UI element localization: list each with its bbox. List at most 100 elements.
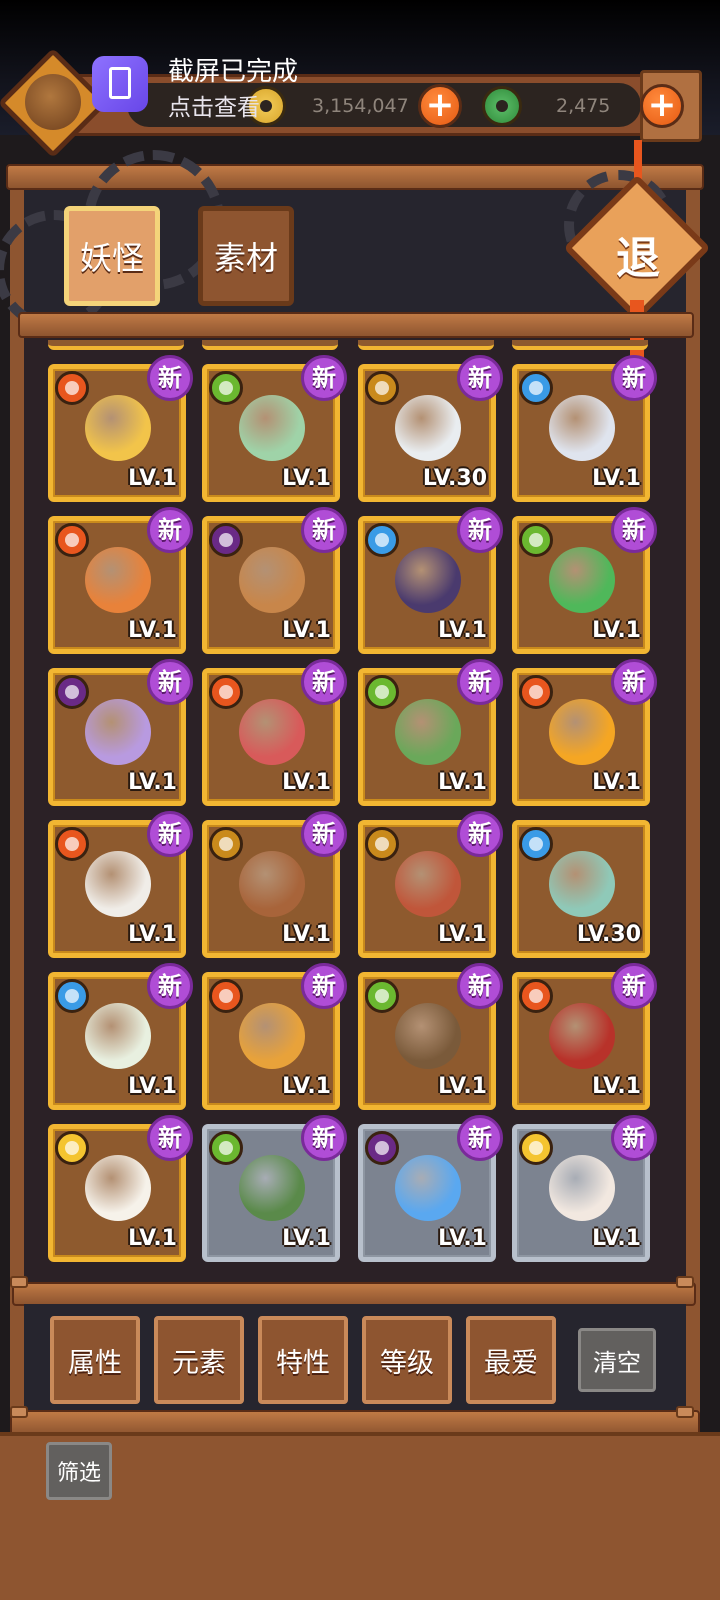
monster-card[interactable]: LV.30 新 bbox=[358, 355, 503, 502]
monster-card[interactable]: LV.30 bbox=[512, 820, 650, 958]
monster-card[interactable]: LV.1 新 bbox=[358, 811, 503, 958]
previous-row-edge bbox=[48, 340, 184, 350]
grid-bottom-beam bbox=[12, 1282, 696, 1306]
notification-title[interactable]: 截屏已完成 bbox=[168, 51, 298, 88]
fire-element-icon bbox=[209, 979, 243, 1013]
clear-filters-button[interactable]: 清空 bbox=[578, 1328, 656, 1392]
monster-level: LV.1 bbox=[282, 770, 331, 795]
monster-level: LV.1 bbox=[592, 1074, 641, 1099]
new-badge: 新 bbox=[147, 507, 193, 553]
monster-portrait bbox=[239, 1003, 305, 1069]
monster-grid[interactable]: LV.1 新 LV.1 新 LV.30 新 LV.1 新 LV.1 新 LV.1 新 LV.1 新 LV.1… bbox=[34, 340, 674, 1280]
monster-portrait bbox=[395, 699, 461, 765]
monster-portrait bbox=[395, 547, 461, 613]
monster-portrait bbox=[549, 1155, 615, 1221]
add-coins-button[interactable]: + bbox=[418, 84, 462, 128]
monster-level: LV.1 bbox=[438, 618, 487, 643]
monster-card[interactable]: LV.1 新 bbox=[358, 659, 503, 806]
new-badge: 新 bbox=[457, 1115, 503, 1161]
water-element-icon bbox=[519, 371, 553, 405]
filter-trait-button[interactable]: 特性 bbox=[258, 1316, 348, 1404]
monster-card[interactable]: LV.1 新 bbox=[512, 355, 657, 502]
monster-card[interactable]: LV.1 新 bbox=[202, 963, 347, 1110]
monster-card[interactable]: LV.1 新 bbox=[512, 963, 657, 1110]
new-badge: 新 bbox=[457, 811, 503, 857]
monster-portrait bbox=[239, 395, 305, 461]
monster-level: LV.1 bbox=[438, 770, 487, 795]
monster-card[interactable]: LV.1 新 bbox=[358, 507, 503, 654]
new-badge: 新 bbox=[301, 659, 347, 705]
monster-portrait bbox=[239, 699, 305, 765]
new-badge: 新 bbox=[301, 355, 347, 401]
monster-portrait bbox=[549, 547, 615, 613]
new-badge: 新 bbox=[611, 507, 657, 553]
screen-button[interactable]: 筛选 bbox=[46, 1442, 112, 1500]
new-badge: 新 bbox=[147, 963, 193, 1009]
monster-card[interactable]: LV.1 新 bbox=[48, 811, 193, 958]
monster-card[interactable]: LV.1 新 bbox=[202, 355, 347, 502]
monster-portrait bbox=[85, 547, 151, 613]
water-element-icon bbox=[365, 523, 399, 557]
filter-favorite-button[interactable]: 最爱 bbox=[466, 1316, 556, 1404]
monster-portrait bbox=[395, 1003, 461, 1069]
tab-beam bbox=[18, 312, 694, 338]
monster-card[interactable]: LV.1 新 bbox=[202, 659, 347, 806]
new-badge: 新 bbox=[611, 659, 657, 705]
monster-level: LV.1 bbox=[438, 922, 487, 947]
tab-materials[interactable]: 素材 bbox=[198, 206, 294, 306]
filter-attribute-button[interactable]: 属性 bbox=[50, 1316, 140, 1404]
dark-element-icon bbox=[209, 523, 243, 557]
monster-card[interactable]: LV.1 新 bbox=[48, 1115, 193, 1262]
previous-row-edge bbox=[202, 340, 338, 350]
monster-card[interactable]: LV.1 新 bbox=[202, 1115, 347, 1262]
new-badge: 新 bbox=[457, 507, 503, 553]
filter-level-button[interactable]: 等级 bbox=[362, 1316, 452, 1404]
monster-card[interactable]: LV.1 新 bbox=[512, 507, 657, 654]
frame-stud bbox=[676, 1276, 694, 1288]
monster-card[interactable]: LV.1 新 bbox=[358, 963, 503, 1110]
monster-level: LV.1 bbox=[438, 1226, 487, 1251]
earth-element-icon bbox=[365, 827, 399, 861]
monster-level: LV.30 bbox=[422, 466, 487, 491]
monster-card[interactable]: LV.1 新 bbox=[48, 355, 193, 502]
avatar[interactable] bbox=[25, 74, 81, 130]
fire-element-icon bbox=[209, 675, 243, 709]
add-jade-button[interactable]: + bbox=[640, 84, 684, 128]
monster-card[interactable]: LV.1 新 bbox=[48, 507, 193, 654]
monster-level: LV.1 bbox=[282, 618, 331, 643]
monster-card[interactable]: LV.1 新 bbox=[358, 1115, 503, 1262]
fire-element-icon bbox=[55, 523, 89, 557]
monster-level: LV.30 bbox=[576, 922, 641, 947]
notification-subtitle[interactable]: 点击查看 bbox=[168, 88, 260, 122]
frame-stud bbox=[10, 1276, 28, 1288]
monster-card[interactable]: LV.1 新 bbox=[512, 659, 657, 806]
screenshot-icon[interactable] bbox=[92, 56, 148, 112]
new-badge: 新 bbox=[611, 355, 657, 401]
monster-level: LV.1 bbox=[282, 466, 331, 491]
monster-card[interactable]: LV.1 新 bbox=[512, 1115, 657, 1262]
monster-card[interactable]: LV.1 新 bbox=[202, 507, 347, 654]
monster-level: LV.1 bbox=[592, 618, 641, 643]
filter-element-button[interactable]: 元素 bbox=[154, 1316, 244, 1404]
monster-level: LV.1 bbox=[128, 922, 177, 947]
jade-coin-icon bbox=[482, 86, 522, 126]
exit-button-label[interactable]: 退 bbox=[604, 222, 672, 284]
monster-portrait bbox=[85, 699, 151, 765]
monster-portrait bbox=[85, 1155, 151, 1221]
monster-level: LV.1 bbox=[282, 1074, 331, 1099]
new-badge: 新 bbox=[147, 355, 193, 401]
coin-count: 3,154,047 bbox=[312, 95, 409, 117]
new-badge: 新 bbox=[301, 963, 347, 1009]
tab-monsters[interactable]: 妖怪 bbox=[64, 206, 160, 306]
monster-card[interactable]: LV.1 新 bbox=[48, 963, 193, 1110]
monster-level: LV.1 bbox=[128, 466, 177, 491]
monster-portrait bbox=[239, 851, 305, 917]
monster-level: LV.1 bbox=[282, 1226, 331, 1251]
new-badge: 新 bbox=[147, 811, 193, 857]
jade-count: 2,475 bbox=[556, 95, 611, 117]
monster-card[interactable]: LV.1 新 bbox=[48, 659, 193, 806]
wood-element-icon bbox=[365, 675, 399, 709]
monster-level: LV.1 bbox=[128, 1226, 177, 1251]
wood-element-icon bbox=[365, 979, 399, 1013]
monster-card[interactable]: LV.1 新 bbox=[202, 811, 347, 958]
